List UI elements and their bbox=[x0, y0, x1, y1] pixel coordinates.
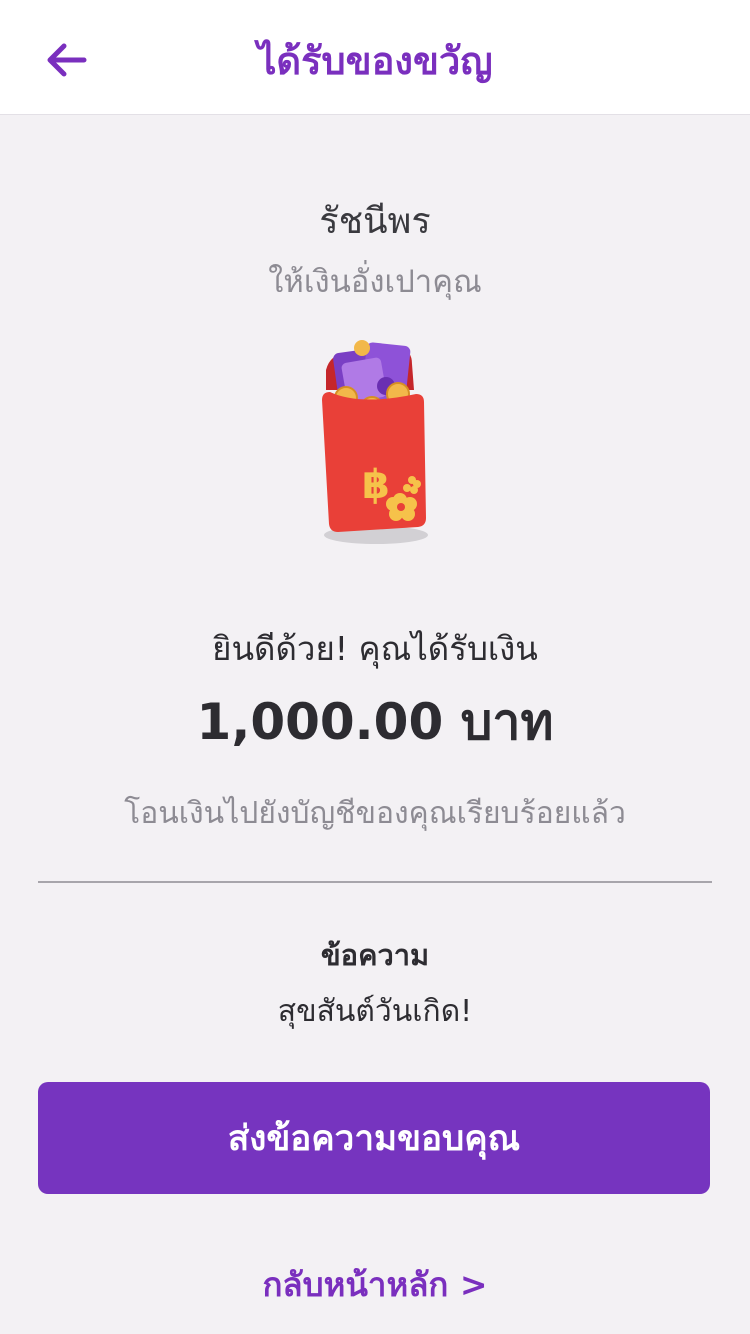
red-envelope-icon: ฿ bbox=[300, 330, 450, 552]
svg-text:฿: ฿ bbox=[362, 462, 390, 508]
back-to-home-link[interactable]: กลับหน้าหลัก > bbox=[0, 1258, 750, 1311]
amount-text: 1,000.00 บาท bbox=[196, 693, 554, 751]
sender-name: รัชนีพร bbox=[319, 201, 431, 242]
divider bbox=[38, 881, 712, 883]
sender-subtitle: ให้เงินอั่งเปาคุณ bbox=[268, 264, 482, 300]
header-bar: ได้รับของขวัญ bbox=[0, 0, 750, 115]
send-thank-you-button[interactable]: ส่งข้อความขอบคุณ bbox=[38, 1082, 710, 1194]
congrats-text: ยินดีด้วย! คุณได้รับเงิน bbox=[212, 629, 538, 668]
message-text: สุขสันต์วันเกิด! bbox=[277, 994, 473, 1029]
transfer-note: โอนเงินไปยังบัญชีของคุณเรียบร้อยแล้ว bbox=[124, 796, 626, 831]
gift-received-screen: ได้รับของขวัญ รัชนีพร ให้เงินอั่งเปาคุณ … bbox=[0, 0, 750, 1334]
page-title: ได้รับของขวัญ bbox=[257, 39, 493, 83]
message-label: ข้อความ bbox=[320, 938, 430, 972]
